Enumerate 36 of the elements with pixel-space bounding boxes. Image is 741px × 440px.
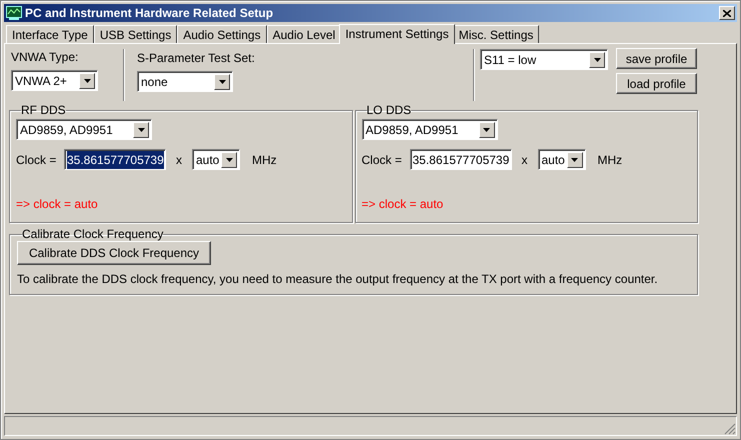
dropdown[interactable]: S11 = low: [480, 49, 608, 70]
tab[interactable]: Audio Level: [266, 25, 342, 43]
label: x: [522, 152, 528, 168]
dropdown[interactable]: VNWA 2+: [11, 70, 98, 91]
button[interactable]: load profile: [616, 73, 697, 94]
dropdown[interactable]: none: [137, 71, 233, 92]
status-text: => clock = auto: [16, 196, 99, 213]
tab[interactable]: Audio Settings: [177, 25, 267, 43]
tab[interactable]: Misc. Settings: [452, 25, 540, 43]
dropdown[interactable]: auto: [192, 149, 240, 170]
button[interactable]: Calibrate DDS Clock Frequency: [17, 241, 211, 265]
label: Clock =: [362, 152, 403, 168]
monitor-icon: [6, 6, 22, 20]
dropdown[interactable]: AD9859, AD9951: [16, 119, 152, 140]
button[interactable]: save profile: [616, 48, 697, 69]
label: Clock =: [16, 152, 58, 168]
input-field[interactable]: 35.861577705739: [64, 149, 166, 170]
tab[interactable]: Instrument Settings: [339, 24, 455, 44]
label: x: [176, 152, 182, 168]
dropdown[interactable]: auto: [538, 149, 586, 170]
label: MHz: [598, 152, 622, 168]
group-title: Calibrate Clock Frequency: [22, 228, 164, 240]
dropdown[interactable]: AD9859, AD9951: [362, 119, 498, 140]
group-title: LO DDS: [366, 104, 412, 116]
description-text: To calibrate the DDS clock frequency, you need to measure the output frequency at the TX port with a frequency counter.: [17, 271, 659, 288]
close-button[interactable]: [719, 6, 735, 20]
label: VNWA Type:: [11, 50, 80, 64]
group-title: RF DDS: [21, 104, 66, 116]
close-icon: [723, 10, 731, 16]
tab[interactable]: USB Settings: [94, 25, 178, 43]
tab[interactable]: Interface Type: [6, 25, 94, 43]
label: S-Parameter Test Set:: [137, 51, 256, 65]
label: MHz: [252, 152, 277, 168]
status-text: => clock = auto: [362, 196, 444, 213]
input-field[interactable]: 35.861577705739: [410, 149, 512, 170]
window-title: PC and Instrument Hardware Related Setup: [25, 5, 274, 22]
